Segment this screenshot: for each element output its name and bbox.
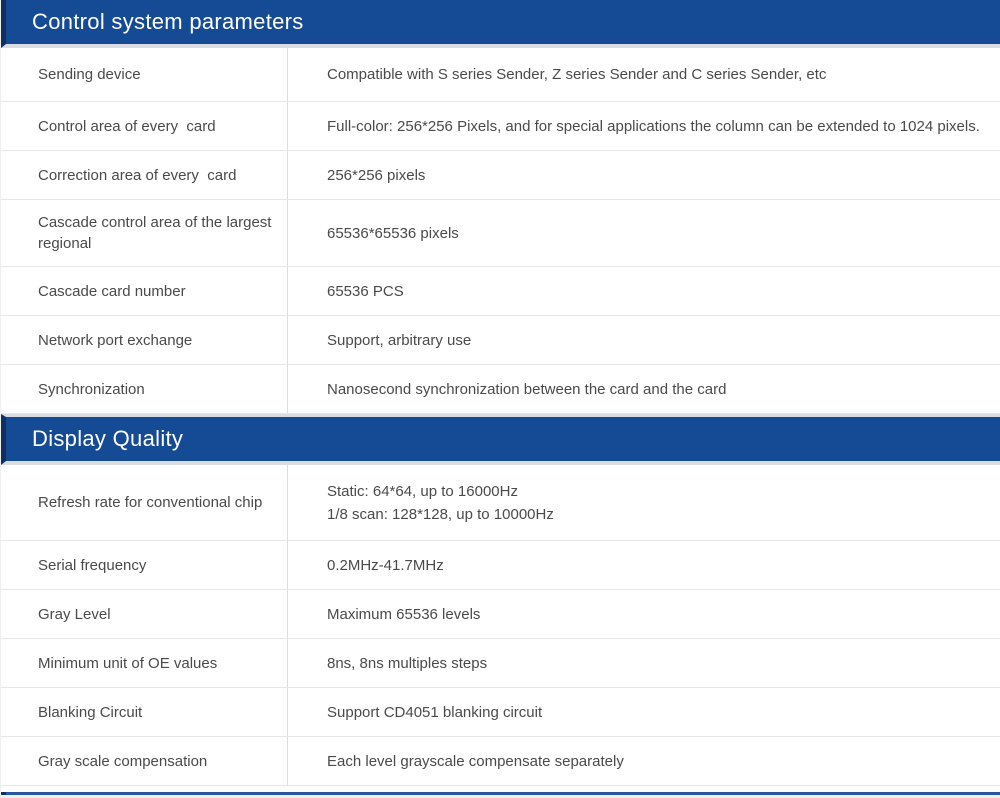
table-row: Serial frequency 0.2MHz-41.7MHz [1, 541, 1000, 590]
row-label: Network port exchange [1, 316, 288, 364]
section-header: Control system parameters [1, 0, 1000, 48]
row-label: Gray Level [1, 590, 288, 638]
row-value: Nanosecond synchronization between the c… [327, 380, 727, 398]
table-row: Network port exchange Support, arbitrary… [1, 316, 1000, 365]
table-row: Cascade card number 65536 PCS [1, 267, 1000, 316]
table-row: Gray Level Maximum 65536 levels [1, 590, 1000, 639]
row-value: 256*256 pixels [327, 166, 426, 184]
spec-section: Control system parameters Sending device… [1, 0, 1000, 414]
row-value: Static: 64*64, up to 16000Hz 1/8 scan: 1… [327, 482, 554, 523]
section-title: Display Quality [32, 426, 184, 451]
row-label: Serial frequency [1, 541, 288, 589]
table-row: Blanking Circuit Support CD4051 blanking… [1, 688, 1000, 737]
spec-sheet: Control system parameters Sending device… [0, 0, 1000, 798]
table-row: Minimum unit of OE values 8ns, 8ns multi… [1, 639, 1000, 688]
table-row: Sending device Compatible with S series … [1, 48, 1000, 102]
row-label: Sending device [1, 48, 288, 101]
row-value: 0.2MHz-41.7MHz [327, 556, 444, 574]
row-label: Minimum unit of OE values [1, 639, 288, 687]
row-value: Maximum 65536 levels [327, 605, 481, 623]
spec-sections: Control system parameters Sending device… [1, 0, 1000, 786]
row-label: Cascade control area of the largest regi… [1, 200, 288, 266]
section-rows: Sending device Compatible with S series … [1, 48, 1000, 414]
table-row: Cascade control area of the largest regi… [1, 200, 1000, 267]
row-value: Support, arbitrary use [327, 331, 472, 349]
table-row: Correction area of every card 256*256 pi… [1, 151, 1000, 200]
row-label: Correction area of every card [1, 151, 288, 199]
row-value: 65536 PCS [327, 282, 404, 300]
table-row: Synchronization Nanosecond synchronizati… [1, 365, 1000, 414]
table-row: Refresh rate for conventional chip Stati… [1, 465, 1000, 541]
next-section-top-edge [1, 791, 1000, 798]
row-label: Blanking Circuit [1, 688, 288, 736]
row-label: Control area of every card [1, 102, 288, 150]
row-value: Compatible with S series Sender, Z serie… [327, 66, 827, 83]
row-label: Cascade card number [1, 267, 288, 315]
row-value: 8ns, 8ns multiples steps [327, 654, 488, 672]
section-title: Control system parameters [32, 9, 304, 34]
row-value: Support CD4051 blanking circuit [327, 703, 543, 721]
row-value: Full-color: 256*256 Pixels, and for spec… [327, 117, 980, 135]
row-label: Gray scale compensation [1, 737, 288, 785]
section-rows: Refresh rate for conventional chip Stati… [1, 465, 1000, 786]
table-row: Control area of every card Full-color: 2… [1, 102, 1000, 151]
spec-section: Display Quality Refresh rate for convent… [1, 414, 1000, 786]
row-value: 65536*65536 pixels [327, 224, 459, 242]
section-header: Display Quality [1, 414, 1000, 465]
row-label: Refresh rate for conventional chip [1, 465, 288, 540]
table-row: Gray scale compensation Each level grays… [1, 737, 1000, 786]
row-label: Synchronization [1, 365, 288, 413]
row-value: Each level grayscale compensate separate… [327, 752, 624, 770]
